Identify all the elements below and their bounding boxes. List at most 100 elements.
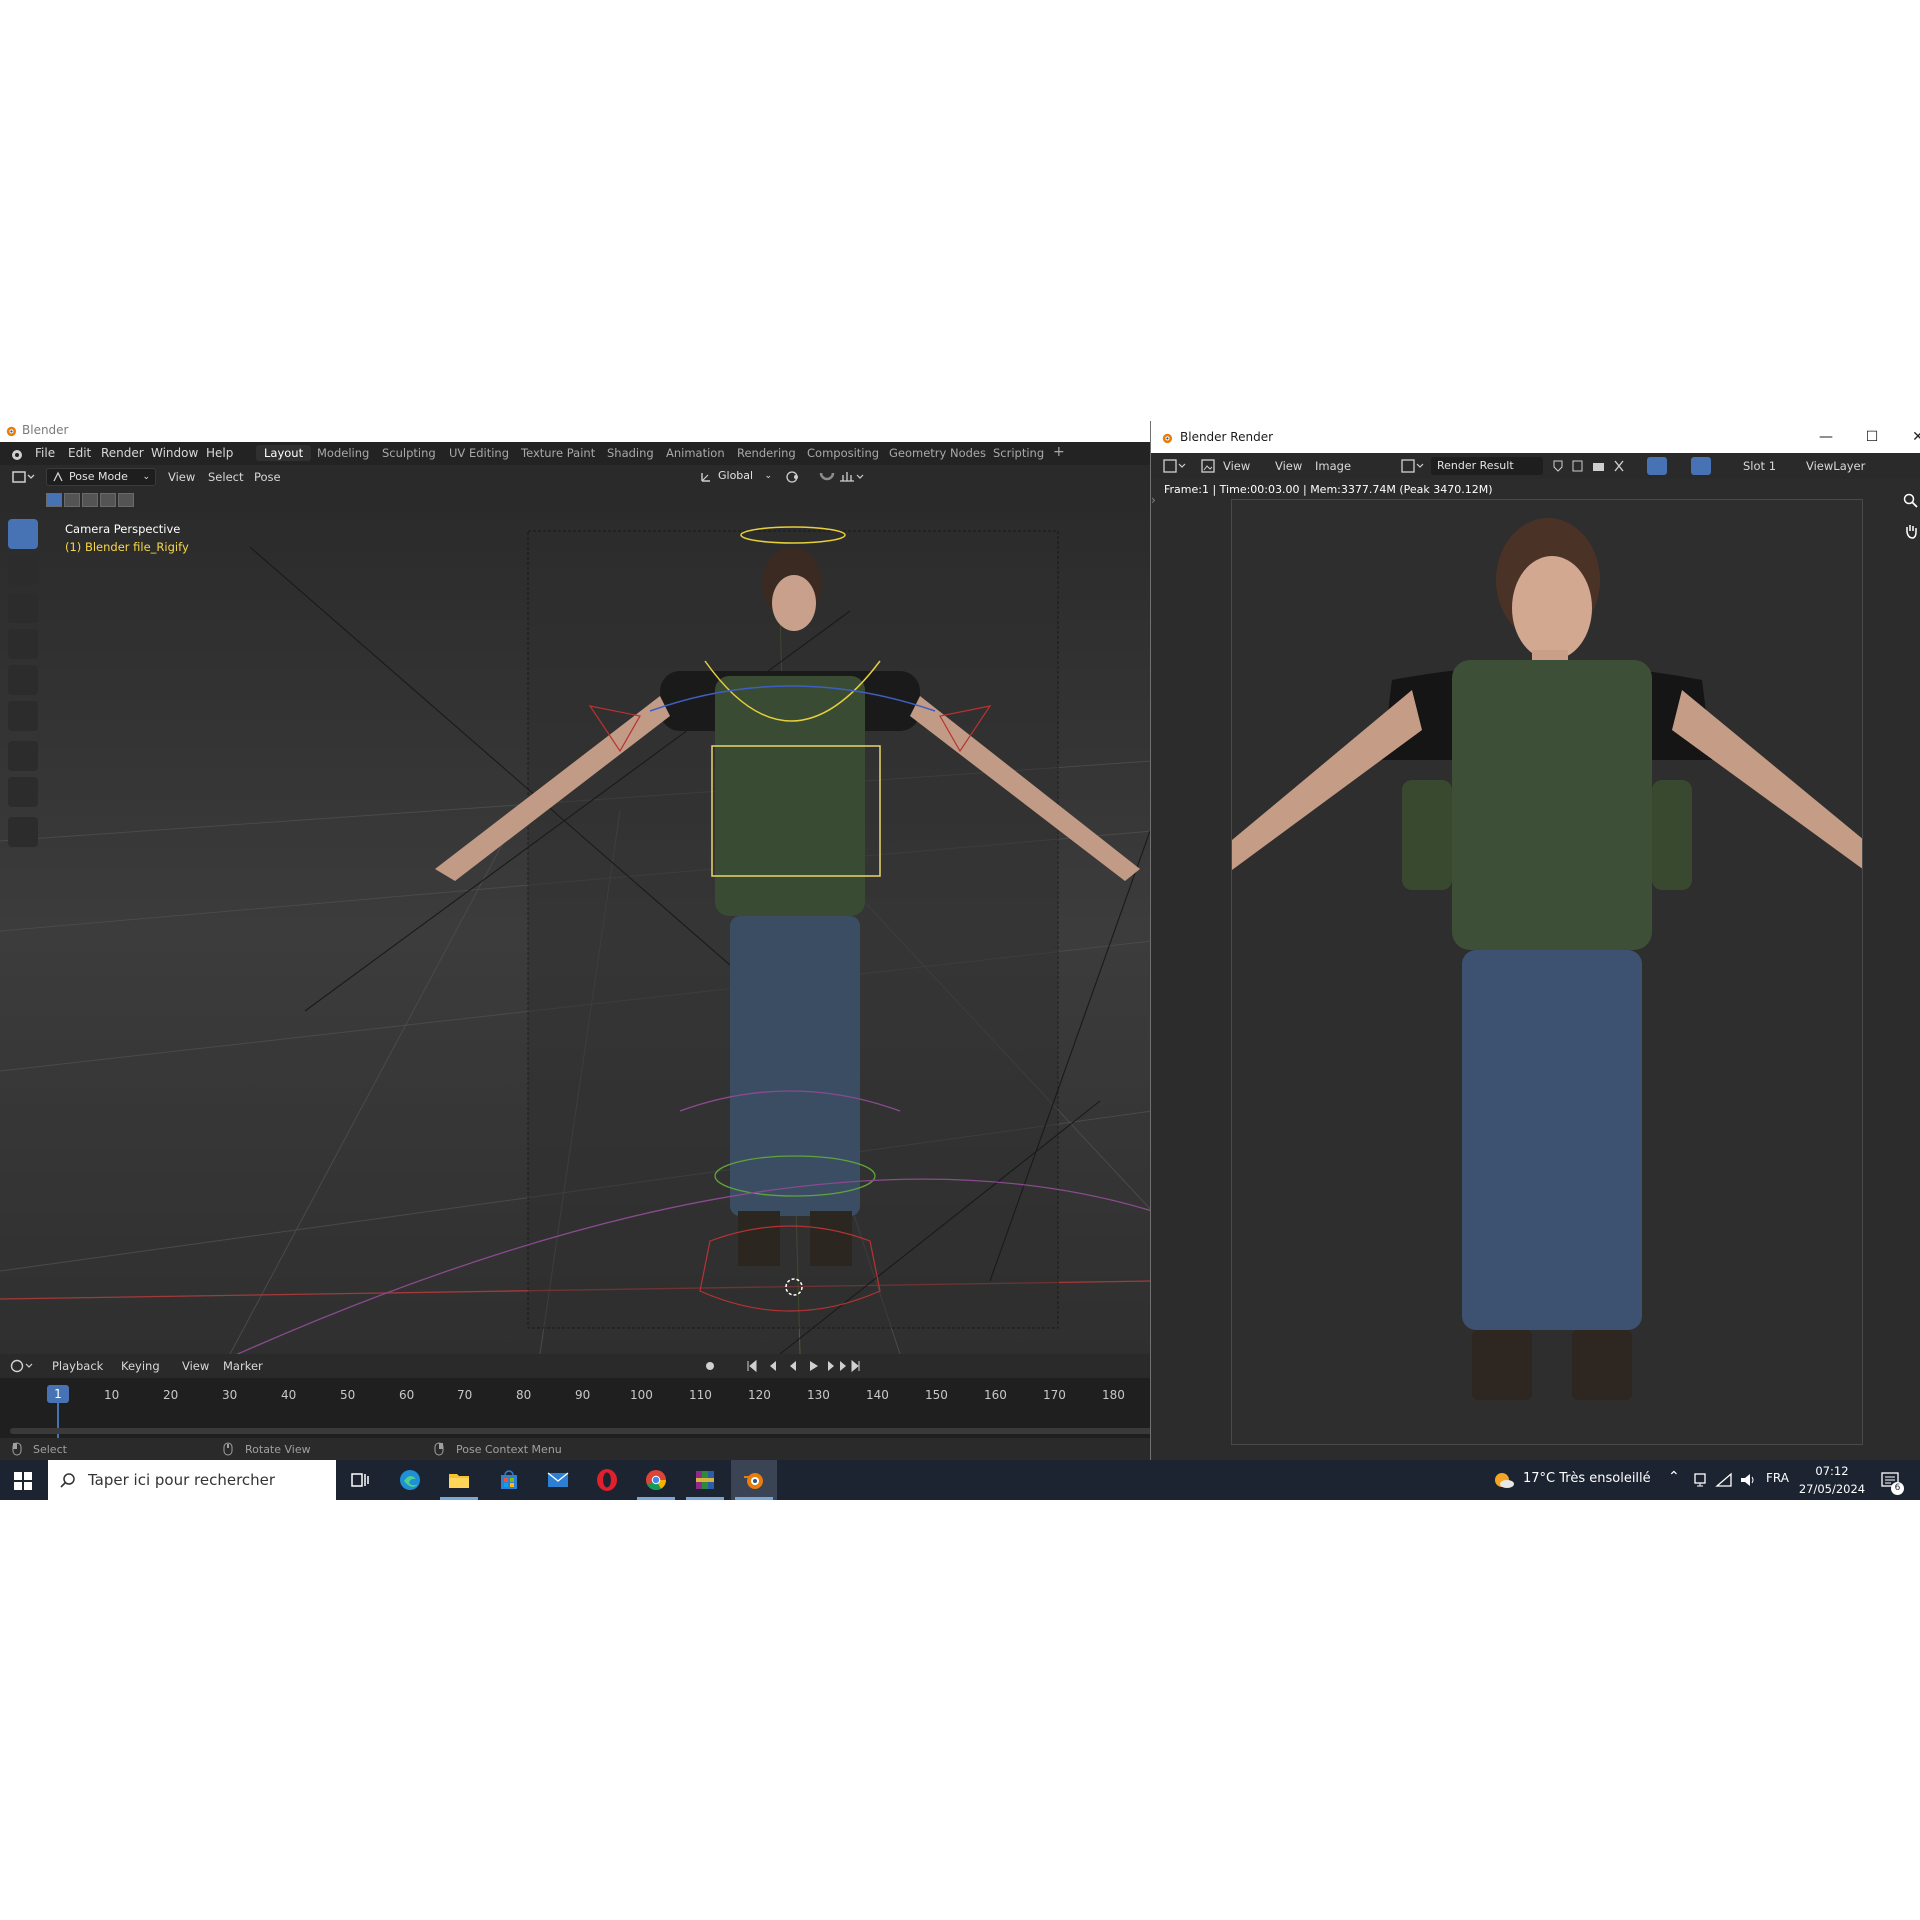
editor-type-icon[interactable] xyxy=(12,470,36,484)
pivot-point-icon[interactable] xyxy=(784,469,810,485)
blender-taskbar-button[interactable] xyxy=(731,1460,777,1500)
3d-viewport[interactable]: Camera Perspective (1) Blender file_Rigi… xyxy=(0,511,1152,1354)
chrome-browser-icon[interactable] xyxy=(644,1468,668,1492)
zoom-icon[interactable] xyxy=(1903,493,1919,509)
minimize-button[interactable]: — xyxy=(1803,421,1849,453)
running-indicator xyxy=(686,1497,724,1500)
tab-texture-paint[interactable]: Texture Paint xyxy=(521,446,595,460)
render-menu-image[interactable]: Image xyxy=(1315,459,1351,473)
render-menu-view[interactable]: View xyxy=(1275,459,1302,473)
weather-text[interactable]: 17°C Très ensoleillé xyxy=(1523,1471,1651,1486)
header-menu-pose[interactable]: Pose xyxy=(254,470,281,484)
timeline-menu-keying[interactable]: Keying xyxy=(121,1359,160,1373)
select-intersect-icon[interactable] xyxy=(118,493,134,507)
orientation-dropdown[interactable]: Global ⌄ xyxy=(696,468,776,486)
menu-file[interactable]: File xyxy=(35,446,55,460)
menu-render[interactable]: Render xyxy=(101,446,144,460)
scale-icon[interactable] xyxy=(8,665,38,695)
timeline-menu-view[interactable]: View xyxy=(182,1359,209,1373)
select-extend-icon[interactable] xyxy=(64,493,80,507)
menu-help[interactable]: Help xyxy=(206,446,233,460)
edge-browser-icon[interactable] xyxy=(398,1468,422,1492)
snap-target-icon[interactable] xyxy=(838,469,866,485)
maximize-button[interactable]: ☐ xyxy=(1849,421,1895,453)
file-explorer-icon[interactable] xyxy=(447,1468,471,1492)
viewport-scene xyxy=(0,511,1152,1354)
pan-hand-icon[interactable] xyxy=(1903,523,1919,539)
tab-scripting[interactable]: Scripting xyxy=(993,446,1044,460)
volume-icon[interactable] xyxy=(1739,1472,1757,1488)
view-mode-dropdown[interactable]: View xyxy=(1223,459,1250,473)
select-subtract-icon[interactable] xyxy=(82,493,98,507)
opera-browser-icon[interactable] xyxy=(595,1468,619,1492)
image-name-field[interactable]: Render Result xyxy=(1431,457,1543,475)
overlay-toggle-icon[interactable] xyxy=(1691,457,1711,475)
network-device-icon[interactable] xyxy=(1692,1472,1708,1488)
current-frame-indicator[interactable]: 1 xyxy=(47,1385,69,1403)
move-icon[interactable] xyxy=(8,593,38,623)
timeline-ruler[interactable]: 1 10 20 30 40 50 60 70 80 90 100 110 120… xyxy=(0,1378,1152,1438)
rotate-icon[interactable] xyxy=(8,629,38,659)
header-menu-view[interactable]: View xyxy=(168,470,195,484)
wifi-icon[interactable] xyxy=(1715,1472,1733,1488)
chevron-up-icon[interactable]: ⌃ xyxy=(1668,1469,1680,1485)
taskbar-search-box[interactable]: Taper ici pour rechercher xyxy=(48,1460,336,1500)
tab-rendering[interactable]: Rendering xyxy=(737,446,796,460)
playback-controls-icon[interactable] xyxy=(700,1358,864,1374)
tab-compositing[interactable]: Compositing xyxy=(807,446,879,460)
tab-shading[interactable]: Shading xyxy=(607,446,654,460)
tab-animation[interactable]: Animation xyxy=(666,446,725,460)
tab-uv-editing[interactable]: UV Editing xyxy=(449,446,509,460)
slot-dropdown[interactable]: Slot 1 xyxy=(1743,459,1776,473)
frame-tick: 180 xyxy=(1102,1388,1125,1402)
frame-tick: 50 xyxy=(340,1388,356,1402)
select-box-icon[interactable] xyxy=(8,519,38,549)
image-actions-icon[interactable] xyxy=(1551,458,1631,474)
tab-modeling[interactable]: Modeling xyxy=(317,446,369,460)
annotate-icon[interactable] xyxy=(8,741,38,771)
store-icon[interactable] xyxy=(497,1468,521,1492)
tab-layout[interactable]: Layout xyxy=(256,445,312,461)
tab-sculpting[interactable]: Sculpting xyxy=(382,446,436,460)
header-menu-select[interactable]: Select xyxy=(208,470,243,484)
clock-time: 07:12 xyxy=(1815,1464,1849,1478)
mode-dropdown[interactable]: Pose Mode ⌄ xyxy=(46,468,156,486)
menu-edit[interactable]: Edit xyxy=(68,446,91,460)
weather-sun-icon[interactable] xyxy=(1493,1470,1515,1490)
close-button[interactable]: ✕ xyxy=(1895,421,1920,453)
snap-icon[interactable] xyxy=(818,469,836,485)
blender-menu-icon[interactable] xyxy=(9,447,23,461)
language-indicator[interactable]: FRA xyxy=(1766,1471,1789,1485)
winrar-icon[interactable] xyxy=(693,1468,717,1492)
task-view-icon[interactable] xyxy=(348,1468,372,1492)
orientation-label: Global xyxy=(718,469,754,482)
timeline-editor-icon[interactable] xyxy=(10,1359,36,1373)
bone-envelope-icon[interactable] xyxy=(8,817,38,847)
cursor-icon[interactable] xyxy=(8,555,38,585)
pose-mode-icon xyxy=(53,471,63,482)
frame-tick: 160 xyxy=(984,1388,1007,1402)
timeline-menu-marker[interactable]: Marker xyxy=(223,1359,263,1373)
clock[interactable]: 07:12 27/05/2024 xyxy=(1796,1460,1868,1500)
select-invert-icon[interactable] xyxy=(100,493,116,507)
windows-start-icon[interactable] xyxy=(14,1472,32,1490)
frame-tick: 10 xyxy=(104,1388,120,1402)
mail-icon[interactable] xyxy=(546,1468,570,1492)
view-layer-dropdown[interactable]: ViewLayer xyxy=(1806,459,1865,473)
mode-label: Pose Mode xyxy=(69,470,128,483)
frame-tick: 120 xyxy=(748,1388,771,1402)
menu-window[interactable]: Window xyxy=(151,446,198,460)
add-workspace-button[interactable]: + xyxy=(1053,444,1065,460)
frame-tick: 30 xyxy=(222,1388,238,1402)
editor-type-icon[interactable] xyxy=(1163,459,1189,473)
tab-geometry-nodes[interactable]: Geometry Nodes xyxy=(889,446,986,460)
sample-tool-icon[interactable] xyxy=(1647,457,1667,475)
frame-tick: 90 xyxy=(575,1388,591,1402)
image-browse-icon[interactable] xyxy=(1401,459,1427,473)
timeline-menu-playback[interactable]: Playback xyxy=(52,1359,103,1373)
select-set-new-icon[interactable] xyxy=(46,493,62,507)
measure-icon[interactable] xyxy=(8,777,38,807)
transform-icon[interactable] xyxy=(8,701,38,731)
timeline-scrollbar[interactable] xyxy=(10,1428,1152,1434)
sidebar-toggle-icon[interactable]: › xyxy=(1151,493,1156,507)
